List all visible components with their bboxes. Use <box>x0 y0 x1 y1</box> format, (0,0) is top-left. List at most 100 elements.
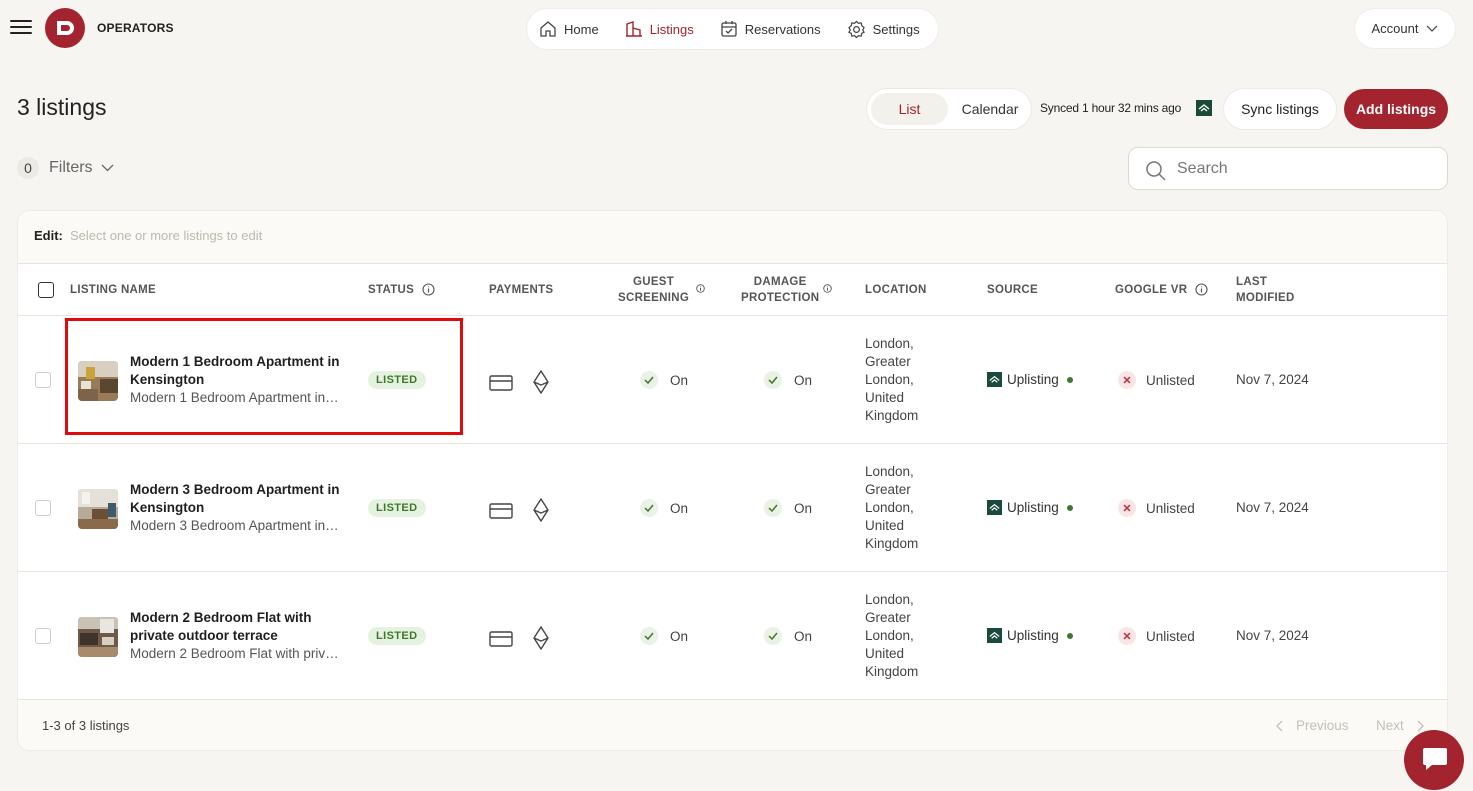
check-icon <box>764 499 782 517</box>
nav-listings-label: Listings <box>649 21 694 37</box>
column-google-vr[interactable]: GOOGLE VR <box>1115 282 1208 298</box>
edit-label: Edit: <box>34 228 63 243</box>
ethereum-icon <box>533 370 549 394</box>
column-damage-protection-line1: DAMAGE <box>753 276 807 288</box>
google-vr-value: Unlisted <box>1146 372 1195 388</box>
credit-card-icon <box>489 375 513 391</box>
table-row[interactable]: Modern 3 Bedroom Apartment in Kensington… <box>18 444 1447 572</box>
column-guest-screening[interactable]: GUEST SCREENING <box>618 274 689 306</box>
table-row[interactable]: Modern 1 Bedroom Apartment in Kensington… <box>18 316 1447 444</box>
row-checkbox[interactable] <box>35 500 51 516</box>
listing-thumbnail[interactable] <box>78 361 118 401</box>
guest-screening-status: On <box>640 499 688 517</box>
column-status[interactable]: STATUS <box>368 282 435 298</box>
previous-page-button[interactable]: Previous <box>1276 718 1349 733</box>
source-connected-dot <box>1066 632 1073 639</box>
listing-source: Uplisting <box>987 372 1073 387</box>
source-connected-dot <box>1066 504 1073 511</box>
nav-home[interactable]: Home <box>539 20 599 38</box>
source-connected-dot <box>1066 376 1073 383</box>
close-icon <box>1118 371 1136 389</box>
nav-listings[interactable]: Listings <box>625 20 694 38</box>
source-label: Uplisting <box>1007 628 1059 643</box>
filters-label: Filters <box>49 159 93 176</box>
close-icon <box>1118 627 1136 645</box>
column-last-modified-line2: MODIFIED <box>1236 292 1295 304</box>
listing-subtitle: Modern 2 Bedroom Flat with private outdo… <box>130 646 340 661</box>
last-modified-date: Nov 7, 2024 <box>1236 628 1309 643</box>
sync-status: Synced 1 hour 32 mins ago <box>1040 101 1182 115</box>
search-input[interactable] <box>1177 157 1437 181</box>
home-icon <box>540 21 556 37</box>
row-checkbox[interactable] <box>35 372 51 388</box>
add-listings-button[interactable]: Add listings <box>1344 89 1448 129</box>
edit-bar: Edit: Select one or more listings to edi… <box>18 211 1447 263</box>
hamburger-menu-icon[interactable] <box>10 20 32 38</box>
status-badge: LISTED <box>368 499 426 517</box>
gear-icon <box>847 20 865 38</box>
account-menu[interactable]: Account <box>1355 9 1455 48</box>
listing-source: Uplisting <box>987 628 1073 643</box>
column-listing-name[interactable]: LISTING NAME <box>70 282 156 298</box>
chevron-down-icon <box>101 164 114 172</box>
listings-table-card: Edit: Select one or more listings to edi… <box>17 210 1448 751</box>
view-calendar-button[interactable]: Calendar <box>953 93 1027 125</box>
nav-settings[interactable]: Settings <box>847 20 920 39</box>
calendar-icon <box>721 21 737 37</box>
guest-screening-value: On <box>670 372 689 388</box>
google-vr-status: Unlisted <box>1118 499 1195 517</box>
listing-title[interactable]: Modern 2 Bedroom Flat with private outdo… <box>130 609 345 645</box>
guest-screening-status: On <box>640 627 688 645</box>
check-icon <box>764 371 782 389</box>
next-page-button[interactable]: Next <box>1376 718 1424 733</box>
nav-settings-label: Settings <box>872 21 920 37</box>
chevron-down-icon <box>1427 25 1438 32</box>
filters-toggle[interactable]: 0 Filters <box>17 157 114 179</box>
chat-launcher-button[interactable] <box>1404 730 1464 790</box>
uplisting-logo-icon <box>987 372 1002 387</box>
uplisting-logo-icon <box>1196 100 1212 116</box>
google-vr-status: Unlisted <box>1118 627 1195 645</box>
chevron-right-icon <box>1417 720 1424 731</box>
info-icon[interactable] <box>422 283 435 297</box>
next-label: Next <box>1376 718 1404 733</box>
uplisting-logo-icon <box>987 500 1002 515</box>
filters-count-badge: 0 <box>17 157 39 179</box>
column-damage-protection[interactable]: DAMAGE PROTECTION <box>741 274 819 306</box>
credit-card-icon <box>489 631 513 647</box>
column-guest-screening-line1: GUEST <box>632 276 675 288</box>
view-toggle: List Calendar <box>867 89 1031 129</box>
guest-screening-status: On <box>640 371 688 389</box>
column-status-label: STATUS <box>368 284 415 296</box>
column-payments[interactable]: PAYMENTS <box>489 282 553 298</box>
uplisting-logo-icon <box>987 628 1002 643</box>
brand-logo[interactable] <box>45 8 85 48</box>
previous-label: Previous <box>1296 718 1349 733</box>
listing-thumbnail[interactable] <box>78 617 118 657</box>
google-vr-status: Unlisted <box>1118 371 1195 389</box>
listing-title[interactable]: Modern 1 Bedroom Apartment in Kensington <box>130 353 345 389</box>
listing-thumbnail[interactable] <box>78 489 118 529</box>
status-badge: LISTED <box>368 371 426 389</box>
nav-reservations[interactable]: Reservations <box>720 20 821 38</box>
top-bar: OPERATORS Home Listings Reservations Set… <box>0 0 1473 58</box>
info-icon[interactable] <box>1195 283 1208 297</box>
damage-protection-status: On <box>764 371 812 389</box>
ethereum-icon <box>533 498 549 522</box>
sync-listings-button[interactable]: Sync listings <box>1224 89 1336 129</box>
select-all-checkbox[interactable] <box>38 282 54 298</box>
listing-location: London, Greater London, United Kingdom <box>865 336 919 423</box>
search-box <box>1128 147 1448 190</box>
listing-title[interactable]: Modern 3 Bedroom Apartment in Kensington <box>130 481 345 517</box>
table-row[interactable]: Modern 2 Bedroom Flat with private outdo… <box>18 572 1447 700</box>
damage-protection-status: On <box>764 627 812 645</box>
view-list-button[interactable]: List <box>871 93 948 125</box>
column-damage-protection-line2: PROTECTION <box>741 292 820 304</box>
info-icon[interactable] <box>696 284 705 293</box>
google-vr-value: Unlisted <box>1146 500 1195 516</box>
column-source[interactable]: SOURCE <box>987 282 1038 298</box>
column-last-modified[interactable]: LAST MODIFIED <box>1236 274 1295 306</box>
column-location[interactable]: LOCATION <box>865 282 927 298</box>
row-checkbox[interactable] <box>35 628 51 644</box>
info-icon[interactable] <box>823 284 832 293</box>
